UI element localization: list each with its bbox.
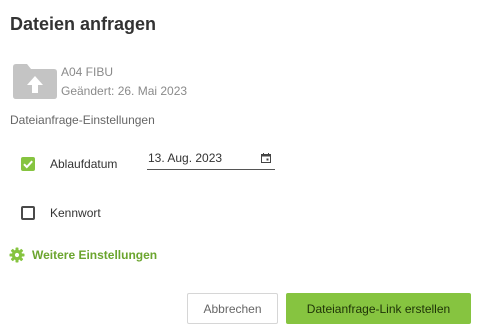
- more-settings-label: Weitere Einstellungen: [32, 248, 158, 262]
- create-link-button[interactable]: Dateianfrage-Link erstellen: [286, 293, 471, 324]
- expiry-label: Ablaufdatum: [50, 157, 118, 171]
- calendar-icon[interactable]: [261, 153, 271, 163]
- password-checkbox[interactable]: [21, 206, 35, 220]
- more-settings-link[interactable]: Weitere Einstellungen: [9, 247, 157, 263]
- settings-section-label: Dateianfrage-Einstellungen: [10, 113, 155, 127]
- checkmark-icon: [23, 160, 33, 169]
- cancel-button[interactable]: Abbrechen: [187, 293, 278, 324]
- expiry-date-value: 13. Aug. 2023: [148, 151, 223, 165]
- dialog-title: Dateien anfragen: [10, 14, 157, 34]
- expiry-date-field[interactable]: 13. Aug. 2023: [147, 150, 275, 170]
- folder-upload-icon: [13, 64, 57, 99]
- expiry-checkbox[interactable]: [21, 157, 35, 171]
- file-name: A04 FIBU: [61, 65, 114, 79]
- password-label: Kennwort: [50, 206, 101, 220]
- gear-icon: [9, 247, 25, 263]
- file-modified-date: Geändert: 26. Mai 2023: [61, 84, 188, 98]
